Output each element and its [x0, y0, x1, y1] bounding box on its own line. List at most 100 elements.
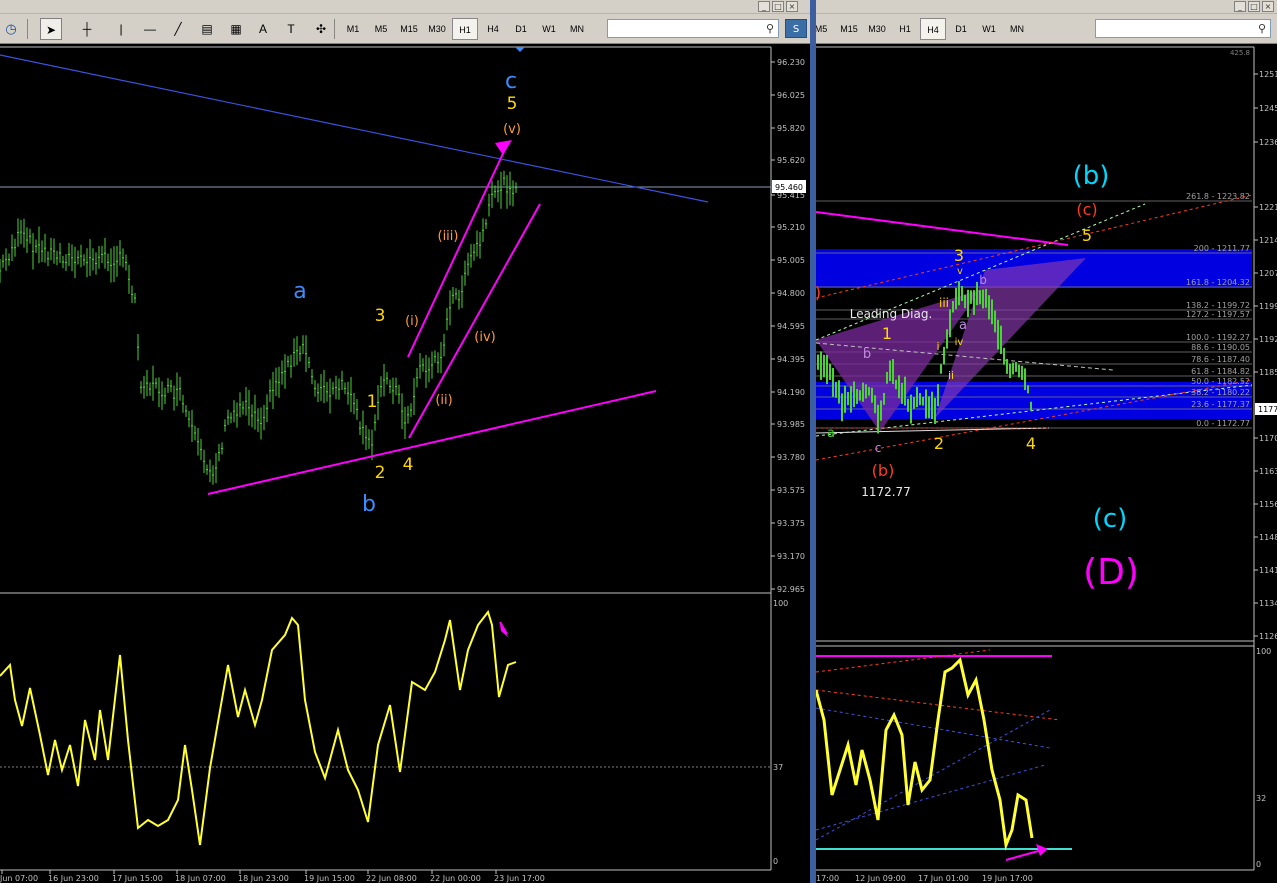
- maximize-icon[interactable]: □: [1248, 1, 1260, 12]
- wave-label-4: 4: [403, 455, 414, 475]
- timeframe-m15[interactable]: M15: [836, 18, 862, 40]
- timeframe-m30[interactable]: M30: [424, 18, 450, 40]
- vertical-line-icon[interactable]: |: [110, 18, 132, 40]
- timeframe-m30[interactable]: M30: [864, 18, 890, 40]
- wave-label-b-cyan: (b): [1073, 161, 1110, 191]
- crosshair-icon[interactable]: ┼: [76, 18, 98, 40]
- oscillator-scale-label: 0: [1256, 860, 1261, 869]
- timeframe-h4[interactable]: H4: [920, 18, 946, 40]
- timeframe-w1[interactable]: W1: [976, 18, 1002, 40]
- arrow-tool-icon[interactable]: ✣: [310, 18, 332, 40]
- oscillator-scale-label: 100: [773, 599, 788, 608]
- minimize-icon[interactable]: _: [758, 1, 770, 12]
- timeframe-m1[interactable]: M1: [340, 18, 366, 40]
- left-oscillator-axis: 100 37 0: [773, 599, 788, 866]
- minimize-icon[interactable]: _: [1234, 1, 1246, 12]
- fib-label: 61.8 - 1184.82: [1191, 367, 1250, 376]
- right-chart-frame: [816, 46, 1255, 871]
- left-window-strip: _ □ ×: [0, 0, 810, 14]
- price-label: 1214: [1259, 236, 1277, 245]
- fib-label: 127.2 - 1197.57: [1186, 310, 1250, 319]
- price-label: 1245: [1259, 104, 1277, 113]
- price-label: 1251: [1259, 70, 1277, 79]
- time-label: 19 Jun 15:00: [304, 874, 355, 883]
- price-label: 1148: [1259, 533, 1277, 542]
- search-icon[interactable]: ⚲: [766, 22, 774, 35]
- fib-label: 200 - 1211.77: [1194, 244, 1250, 253]
- toolbar-separator: [27, 19, 28, 39]
- price-label: 93.375: [777, 519, 805, 528]
- clock-icon[interactable]: ◷: [0, 18, 22, 40]
- price-label: 94.190: [777, 388, 805, 397]
- left-price-chart[interactable]: c 5 (v) (iii) (i) (iv) (ii) a 3 1 2 4 b …: [0, 44, 810, 883]
- magenta-osc-arrow-line: [1005, 849, 1043, 861]
- time-label: 17 Jun 15:00: [112, 874, 163, 883]
- wave-label-iii: iii: [939, 296, 949, 310]
- search-icon[interactable]: ⚲: [1258, 22, 1266, 35]
- right-price-chart[interactable]: 261.8 - 1223.82 200 - 1211.77 161.8 - 1204…: [816, 44, 1277, 883]
- left-chart-toolbar: _ □ × ◷ ➤ ┼ | — ╱ ▤ ▦ A T ✣ M1 M5 M15 M30 H1 H4 D1 W1 MN …: [0, 0, 810, 44]
- timeframe-w1[interactable]: W1: [536, 18, 562, 40]
- left-oscillator: [0, 609, 517, 846]
- timeframe-h4[interactable]: H4: [480, 18, 506, 40]
- wave-label-b: b: [362, 492, 376, 517]
- wave-label-2: 2: [934, 434, 944, 453]
- timeframe-h1[interactable]: H1: [892, 18, 918, 40]
- timeframe-m5[interactable]: M5: [368, 18, 394, 40]
- wave-label-b-red: (b): [872, 461, 895, 480]
- right-oscillator: [816, 649, 1072, 861]
- time-label: 22 Jun 00:00: [430, 874, 481, 883]
- price-label: 94.595: [777, 322, 805, 331]
- wave-label-5: 5: [1082, 226, 1092, 245]
- price-label: 1207: [1259, 269, 1277, 278]
- maximize-icon[interactable]: □: [772, 1, 784, 12]
- cursor-icon[interactable]: ➤: [40, 18, 62, 40]
- trendline-icon[interactable]: ╱: [167, 18, 189, 40]
- left-time-axis: Jun 07:00 16 Jun 23:00 17 Jun 15:00 18 Jun …: [0, 870, 545, 883]
- horizontal-line-icon[interactable]: —: [139, 18, 161, 40]
- fib-label: 161.8 - 1204.32: [1186, 278, 1250, 287]
- price-label: 96.230: [777, 58, 805, 67]
- fib-label: 100.0 - 1192.27: [1186, 333, 1250, 342]
- wave-label-2: 2: [375, 463, 386, 483]
- timeframe-d1[interactable]: D1: [508, 18, 534, 40]
- price-label: 1134: [1259, 599, 1277, 608]
- price-label: 1185: [1259, 368, 1277, 377]
- wave-label-iv: (iv): [474, 330, 495, 345]
- price-label: 93.170: [777, 552, 805, 561]
- timeframe-h1[interactable]: H1: [452, 18, 478, 40]
- timeframe-mn[interactable]: MN: [564, 18, 590, 40]
- timeframe-d1[interactable]: D1: [948, 18, 974, 40]
- top-price-label: 425.8: [1230, 49, 1250, 57]
- right-time-axis: 17:00 12 Jun 09:00 17 Jun 01:00 19 Jun 17:0…: [816, 874, 1033, 883]
- wave-label-3: 3: [954, 246, 964, 265]
- price-label: 92.965: [777, 585, 805, 594]
- wave-label-i: i: [936, 340, 939, 353]
- trading-terminal: _ □ × ◷ ➤ ┼ | — ╱ ▤ ▦ A T ✣ M1 M5 M15 M30 H1 H4 D1 W1 MN …: [0, 0, 1277, 883]
- search-input[interactable]: ⚲: [607, 19, 779, 38]
- price-label: 93.780: [777, 453, 805, 462]
- search-submit-button[interactable]: S: [785, 19, 807, 38]
- time-label: 16 Jun 23:00: [48, 874, 99, 883]
- close-icon[interactable]: ×: [1262, 1, 1274, 12]
- fibonacci-channel-icon[interactable]: ▤: [196, 18, 218, 40]
- toolbar-separator: [334, 19, 335, 39]
- fibonacci-icon[interactable]: ▦: [225, 18, 247, 40]
- timeframe-mn[interactable]: MN: [1004, 18, 1030, 40]
- price-label: 1192: [1259, 335, 1277, 344]
- current-price-tag: 95.460: [775, 183, 803, 192]
- wave-label-c: c: [505, 69, 517, 94]
- price-label: 1199: [1259, 302, 1277, 311]
- wave-label-ii: ii: [948, 369, 954, 382]
- magenta-channel-upper: [407, 144, 508, 358]
- right-top-price: 425.8: [1230, 49, 1250, 57]
- time-label: Jun 07:00: [0, 874, 38, 883]
- close-icon[interactable]: ×: [786, 1, 798, 12]
- leading-diagonal-label: Leading Diag.: [850, 307, 933, 321]
- search-input[interactable]: ⚲: [1095, 19, 1271, 38]
- timeframe-m15[interactable]: M15: [396, 18, 422, 40]
- text-label-icon[interactable]: T: [280, 18, 302, 40]
- text-icon[interactable]: A: [252, 18, 274, 40]
- price-label: 94.800: [777, 289, 805, 298]
- wave-label-paren-red: ): [816, 283, 821, 302]
